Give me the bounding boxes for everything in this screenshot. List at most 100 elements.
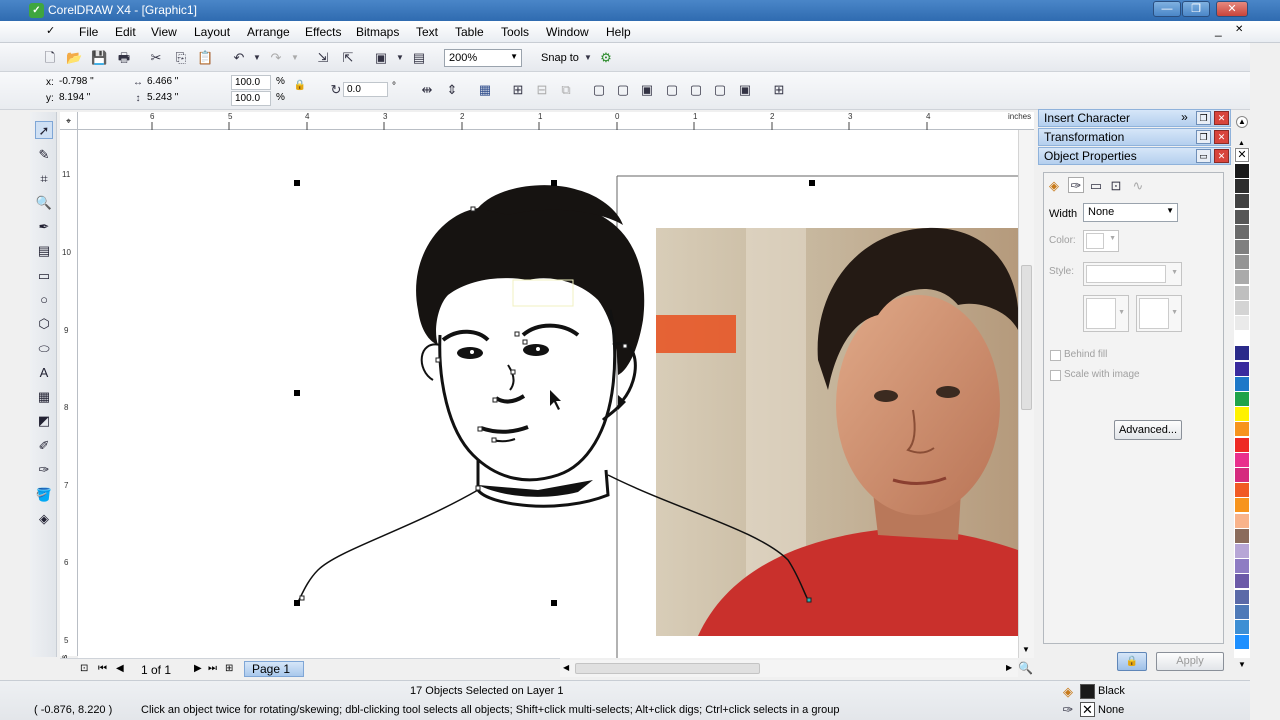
interactive-fill-tool-icon[interactable]: ◈ [35, 510, 53, 528]
front-minus-back-icon[interactable]: ▢ [688, 82, 704, 98]
maximize-button[interactable]: ❐ [1182, 1, 1210, 17]
lock-ratio-icon[interactable]: 🔒 [292, 78, 308, 94]
color-swatch[interactable] [1235, 255, 1249, 271]
text-tool-icon[interactable]: A [35, 364, 53, 382]
color-swatch[interactable] [1235, 164, 1249, 179]
scroll-left-icon[interactable]: ◀ [563, 663, 569, 672]
color-swatch[interactable] [1235, 376, 1249, 392]
color-swatch[interactable] [1235, 574, 1249, 590]
undo-dropdown-icon[interactable]: ▼ [249, 50, 265, 66]
color-swatch[interactable] [1235, 285, 1249, 301]
color-swatch[interactable] [1235, 452, 1249, 468]
color-swatch[interactable] [1235, 422, 1249, 438]
interactive-blend-tool-icon[interactable]: ◩ [35, 412, 53, 430]
intersect-icon[interactable]: ▣ [639, 82, 655, 98]
open-folder-icon[interactable]: 📂 [66, 50, 82, 66]
color-swatch[interactable] [1235, 270, 1249, 286]
print-icon[interactable]: 🖶 [116, 50, 132, 66]
behind-fill-checkbox[interactable] [1050, 350, 1061, 361]
color-swatch[interactable] [1235, 513, 1249, 529]
ruler-origin-icon[interactable]: ⌖ [60, 112, 78, 130]
menu-help[interactable]: Help [606, 25, 631, 39]
fill-indicator-icon[interactable]: ◈ [1060, 684, 1076, 700]
rotation-field[interactable]: 0.0 [343, 82, 388, 97]
start-arrowhead-picker[interactable]: ▼ [1083, 295, 1129, 332]
group-icon[interactable]: ▦ [477, 82, 493, 98]
redo-dropdown-icon[interactable]: ▼ [287, 50, 303, 66]
ellipse-tool-icon[interactable]: ○ [35, 291, 53, 309]
docker-transformation[interactable]: Transformation ❐ ✕ [1038, 128, 1231, 146]
color-swatch[interactable] [1235, 483, 1249, 499]
color-swatch[interactable] [1235, 589, 1249, 605]
menu-tools[interactable]: Tools [501, 25, 529, 39]
color-swatch[interactable] [1235, 392, 1249, 407]
new-document-icon[interactable]: 🗋 [42, 50, 58, 66]
color-swatch[interactable] [1235, 559, 1249, 575]
color-swatch[interactable] [1235, 407, 1249, 423]
color-swatch[interactable] [1235, 346, 1249, 362]
color-swatch[interactable] [1235, 209, 1249, 225]
expand-docker-icon[interactable]: » [1177, 111, 1192, 125]
freehand-tool-icon[interactable]: ✒ [35, 218, 53, 236]
color-swatch[interactable] [1235, 498, 1249, 514]
y-position-field[interactable]: 8.194 " [56, 91, 124, 106]
selection-handle-top-left[interactable] [294, 180, 300, 186]
color-swatch[interactable] [1235, 604, 1249, 620]
menu-effects[interactable]: Effects [305, 25, 341, 39]
launcher-dropdown-icon[interactable]: ▼ [392, 50, 408, 66]
palette-scroll-down-icon[interactable]: ▼ [1238, 660, 1246, 669]
color-swatch[interactable] [1235, 331, 1249, 347]
doc-close-icon[interactable]: ✕ [1235, 24, 1243, 35]
summary-tab-icon[interactable]: ⊡ [1108, 178, 1124, 194]
back-minus-front-icon[interactable]: ▢ [712, 82, 728, 98]
docker-object-properties[interactable]: Object Properties ▭ ✕ [1038, 147, 1231, 165]
selection-handle-bottom-left[interactable] [294, 600, 300, 606]
page-tab[interactable]: Page 1 [244, 661, 304, 677]
ungroup-icon[interactable]: ⊞ [510, 82, 526, 98]
copy-icon[interactable]: ⎘ [173, 50, 189, 66]
docker-restore-icon[interactable]: ❐ [1196, 111, 1211, 125]
ungroup-all-icon[interactable]: ⊟ [534, 82, 550, 98]
vertical-scrollbar[interactable]: ▼ [1018, 130, 1034, 658]
scale-y-field[interactable]: 100.0 [231, 91, 271, 106]
color-swatch[interactable] [1235, 300, 1249, 316]
selection-handle-middle-left[interactable] [294, 390, 300, 396]
coreldraw-icon[interactable]: ✓ [29, 3, 44, 18]
horizontal-scrollbar[interactable]: ◀ ▶ [560, 660, 1018, 677]
palette-scroll-up-icon[interactable]: ▲ [1238, 140, 1245, 147]
cut-icon[interactable]: ✂ [148, 50, 164, 66]
pick-tool-icon[interactable]: ➚ [35, 121, 53, 139]
color-swatch[interactable] [1235, 240, 1249, 255]
color-swatch[interactable] [1235, 620, 1249, 635]
eyedropper-tool-icon[interactable]: ✐ [35, 437, 53, 455]
fill-tab-icon[interactable]: ◈ [1046, 178, 1062, 194]
shape-tool-icon[interactable]: ✎ [35, 146, 53, 164]
page-first-icon[interactable]: ⊡ [80, 663, 88, 674]
reference-photo[interactable] [656, 227, 1018, 636]
selection-handle-top-center[interactable] [551, 180, 557, 186]
page-next-icon[interactable]: ▶ [194, 663, 202, 674]
width-field[interactable]: 6.466 " [144, 75, 214, 90]
combine-icon[interactable]: ⧉ [558, 82, 574, 98]
menu-text[interactable]: Text [416, 25, 438, 39]
basic-shapes-tool-icon[interactable]: ⬭ [35, 340, 53, 358]
general-tab-icon[interactable]: ▭ [1088, 178, 1104, 194]
docker-insert-character[interactable]: Insert Character » ❐ ✕ [1038, 109, 1231, 127]
end-arrowhead-picker[interactable]: ▼ [1136, 295, 1182, 332]
minimize-button[interactable]: — [1153, 1, 1181, 17]
table-tool-icon[interactable]: ▦ [35, 388, 53, 406]
outline-tab-icon[interactable]: ✑ [1068, 177, 1084, 193]
color-swatch[interactable] [1235, 528, 1249, 544]
redo-icon[interactable]: ↷ [268, 50, 284, 66]
menu-file[interactable]: File [79, 25, 98, 39]
fill-color-swatch[interactable] [1080, 684, 1095, 699]
vertical-ruler[interactable]: 11 10 9 8 7 6 5 [60, 130, 78, 656]
document-icon[interactable]: ✓ [46, 24, 60, 38]
menu-layout[interactable]: Layout [194, 25, 230, 39]
mirror-vertical-icon[interactable]: ⇕ [444, 82, 460, 98]
curve-tab-icon[interactable]: ∿ [1130, 178, 1146, 194]
color-swatch[interactable] [1235, 544, 1249, 559]
outline-indicator-icon[interactable]: ✑ [1060, 702, 1076, 718]
color-swatch[interactable] [1235, 194, 1249, 210]
height-field[interactable]: 5.243 " [144, 91, 214, 106]
